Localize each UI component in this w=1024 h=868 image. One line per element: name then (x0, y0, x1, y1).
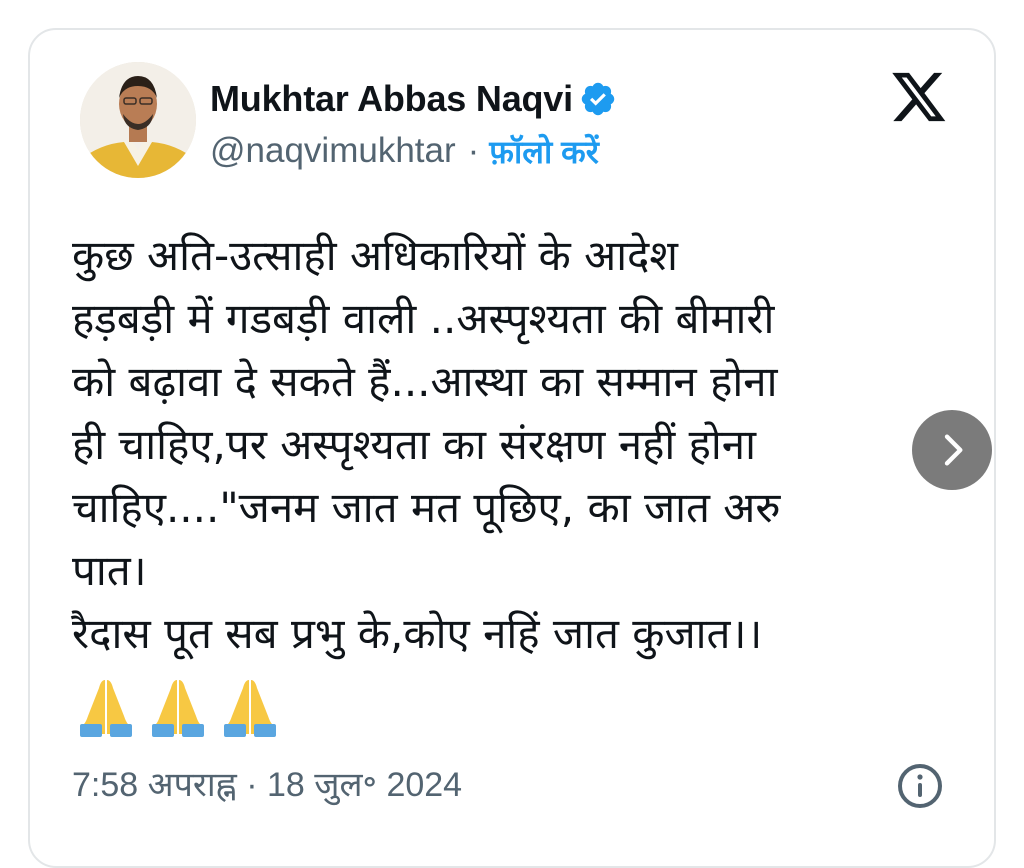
profile-avatar[interactable] (80, 62, 196, 178)
tweet-line: पात। (72, 546, 147, 595)
tweet-line: कुछ अति-उत्साही अधिकारियों के आदेश (72, 231, 678, 280)
separator-dot: · (467, 131, 480, 170)
tweet-timestamp[interactable]: 7:58 अपराह्न · 18 जुल॰ 2024 (72, 760, 462, 806)
follow-button[interactable]: फ़ॉलो करें (489, 130, 599, 173)
chevron-right-icon (944, 434, 963, 466)
info-icon[interactable] (896, 762, 944, 810)
tweet-line: ही चाहिए,पर अस्पृश्यता का संरक्षण नहीं ह… (72, 420, 756, 469)
author-name[interactable]: Mukhtar Abbas Naqvi (210, 78, 573, 120)
emoji-char: 🙏 (146, 676, 148, 677)
author-name-row[interactable]: Mukhtar Abbas Naqvi (210, 74, 617, 124)
folded-hands-emoji: 🙏 (74, 676, 132, 737)
next-button[interactable] (912, 410, 992, 490)
x-logo-icon[interactable] (890, 70, 948, 124)
emoji-char: 🙏 (74, 676, 76, 677)
verified-badge-icon (581, 82, 615, 116)
handle-row: @naqvimukhtar · फ़ॉलो करें (210, 128, 599, 174)
folded-hands-emoji: 🙏 (218, 676, 276, 737)
author-handle[interactable]: @naqvimukhtar (210, 131, 456, 171)
tweet-line: को बढ़ावा दे सकते हैं...आस्था का सम्मान … (72, 357, 778, 406)
emoji-row: 🙏 🙏 🙏 (74, 676, 282, 738)
folded-hands-emoji: 🙏 (146, 676, 204, 737)
avatar-image (80, 62, 196, 178)
emoji-char: 🙏 (218, 676, 220, 677)
tweet-line: रैदास पूत सब प्रभु के,कोए नहिं जात कुजात… (72, 609, 763, 658)
tweet-line: हड़बड़ी में गडबड़ी वाली ..अस्पृश्यता की … (72, 294, 775, 343)
tweet-text: कुछ अति-उत्साही अधिकारियों के आदेश हड़बड… (72, 224, 972, 665)
tweet-line: चाहिए...."जनम जात मत पूछिए, का जात अरु (72, 483, 781, 532)
